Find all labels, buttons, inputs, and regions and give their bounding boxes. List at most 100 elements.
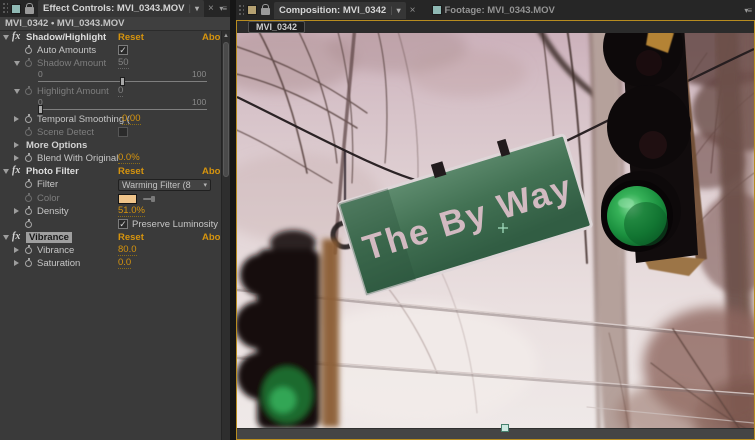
fx-badge-icon[interactable]: fx: [12, 231, 20, 242]
auto-amounts-checkbox[interactable]: ✓: [118, 45, 128, 55]
panel-gripper-icon[interactable]: [239, 5, 244, 16]
fx-badge-icon[interactable]: fx: [12, 31, 20, 42]
traffic-light-foreground: [237, 230, 339, 428]
effect-header-vibrance[interactable]: fx Vibrance Reset Abo: [0, 231, 221, 244]
twirl-down-icon[interactable]: [14, 61, 20, 66]
slider-track[interactable]: [38, 81, 207, 82]
stopwatch-icon[interactable]: [25, 155, 32, 162]
param-value[interactable]: 0.0: [118, 258, 131, 269]
param-label: Scene Detect: [37, 127, 94, 138]
video-frame: The By Way: [237, 33, 754, 428]
twirl-right-icon[interactable]: [14, 116, 19, 122]
twirl-down-icon[interactable]: [3, 35, 9, 40]
effect-controls-scrollbar[interactable]: ▲: [221, 31, 230, 440]
stopwatch-icon[interactable]: [25, 181, 32, 188]
reset-button[interactable]: Reset: [118, 32, 144, 43]
param-row-scene-detect[interactable]: Scene Detect: [0, 126, 221, 139]
twirl-right-icon[interactable]: [14, 247, 19, 253]
footage-chip-icon: [432, 5, 442, 15]
param-row-saturation[interactable]: Saturation 0.0: [0, 257, 221, 270]
param-row-temporal-smoothing[interactable]: Temporal Smoothing ( 0.00: [0, 113, 221, 126]
param-row-filter[interactable]: Filter Warming Filter (8 ▾: [0, 178, 221, 192]
scene-detect-checkbox[interactable]: [118, 127, 128, 137]
scroll-up-icon[interactable]: ▲: [222, 31, 230, 41]
stopwatch-icon[interactable]: [25, 195, 32, 202]
stopwatch-icon[interactable]: [25, 116, 32, 123]
about-link[interactable]: Abo: [202, 32, 221, 43]
group-row-more-options[interactable]: More Options: [0, 139, 221, 152]
tab-separator: |: [188, 3, 190, 14]
eyedropper-icon[interactable]: [143, 196, 155, 202]
stopwatch-icon[interactable]: [25, 47, 32, 54]
param-label: Preserve Luminosity: [132, 219, 218, 230]
param-value[interactable]: 50: [118, 58, 129, 69]
filter-dropdown[interactable]: Warming Filter (8 ▾: [118, 179, 211, 191]
close-panel-icon[interactable]: ×: [410, 5, 416, 16]
tab-caret-icon[interactable]: ▾: [397, 6, 401, 15]
panel-menu-icon[interactable]: ▾≡: [744, 6, 751, 15]
close-panel-icon[interactable]: ×: [208, 3, 214, 14]
stopwatch-icon[interactable]: [25, 221, 32, 228]
param-row-density[interactable]: Density 51.0%: [0, 205, 221, 218]
param-value[interactable]: 80.0: [118, 245, 137, 256]
lock-icon[interactable]: [25, 7, 34, 14]
param-value[interactable]: 0.0%: [118, 153, 140, 164]
effect-header-shadow-highlight[interactable]: fx Shadow/Highlight Reset Abo: [0, 31, 221, 44]
layer-bottom-handle[interactable]: [501, 424, 509, 432]
effect-name[interactable]: Vibrance: [26, 232, 72, 243]
about-link[interactable]: Abo: [202, 166, 221, 177]
stopwatch-icon[interactable]: [25, 88, 32, 95]
param-value[interactable]: 0: [118, 86, 123, 97]
slider-track[interactable]: [38, 109, 207, 110]
panel-gripper-icon[interactable]: [3, 3, 8, 14]
stopwatch-icon[interactable]: [25, 129, 32, 136]
twirl-right-icon[interactable]: [14, 208, 19, 214]
panel-menu-icon[interactable]: ▾≡: [219, 4, 226, 13]
fx-badge-icon[interactable]: fx: [12, 165, 20, 176]
param-row-auto-amounts[interactable]: Auto Amounts ✓: [0, 44, 221, 57]
composition-panel: Composition: MVI_0342 | ▾ × Footage: MVI…: [236, 0, 755, 440]
param-row-blend-with-original[interactable]: Blend With Original 0.0%: [0, 152, 221, 165]
param-row-shadow-amount[interactable]: Shadow Amount 50: [0, 57, 221, 70]
twirl-down-icon[interactable]: [14, 89, 20, 94]
twirl-right-icon[interactable]: [14, 142, 19, 148]
preserve-luminosity-checkbox[interactable]: ✓: [118, 219, 128, 229]
color-swatch[interactable]: [118, 194, 137, 204]
stopwatch-icon[interactable]: [25, 60, 32, 67]
about-link[interactable]: Abo: [202, 232, 221, 243]
param-row-vibrance[interactable]: Vibrance 80.0: [0, 244, 221, 257]
tab-effect-controls[interactable]: Effect Controls: MVI_0343.MOV | ▾: [38, 0, 204, 17]
scrollbar-thumb[interactable]: [223, 42, 229, 177]
stopwatch-icon[interactable]: [25, 247, 32, 254]
shadow-amount-slider[interactable]: [0, 78, 221, 85]
param-row-highlight-amount[interactable]: Highlight Amount 0: [0, 85, 221, 98]
selected-effect-name[interactable]: Vibrance: [26, 232, 72, 243]
twirl-down-icon[interactable]: [3, 235, 9, 240]
composition-viewport[interactable]: The By Way: [237, 33, 754, 428]
param-value[interactable]: 0.00: [122, 114, 141, 125]
param-value[interactable]: 51.0%: [118, 206, 145, 217]
filter-dropdown-value: Warming Filter (8: [122, 180, 203, 190]
viewer-bottom-bar: [237, 428, 754, 439]
effect-header-photo-filter[interactable]: fx Photo Filter Reset Abo: [0, 165, 221, 178]
effect-name[interactable]: Photo Filter: [26, 166, 79, 177]
effect-name[interactable]: Shadow/Highlight: [26, 32, 106, 43]
stopwatch-icon[interactable]: [25, 260, 32, 267]
highlight-amount-slider[interactable]: [0, 106, 221, 113]
lock-icon[interactable]: [261, 8, 270, 15]
stopwatch-icon[interactable]: [25, 208, 32, 215]
twirl-right-icon[interactable]: [14, 260, 19, 266]
tab-footage[interactable]: Footage: MVI_0343.MOV: [432, 5, 555, 16]
tab-composition[interactable]: Composition: MVI_0342 | ▾: [274, 2, 406, 19]
reset-button[interactable]: Reset: [118, 166, 144, 177]
twirl-right-icon[interactable]: [14, 155, 19, 161]
param-row-preserve-luminosity[interactable]: ✓ Preserve Luminosity: [0, 218, 221, 231]
reset-button[interactable]: Reset: [118, 232, 144, 243]
composition-breadcrumb-button[interactable]: MVI_0342: [248, 21, 305, 33]
tab-caret-icon[interactable]: ▾: [195, 4, 199, 13]
composition-tabbar: Composition: MVI_0342 | ▾ × Footage: MVI…: [236, 0, 755, 20]
param-row-color[interactable]: Color: [0, 192, 221, 205]
param-label: Vibrance: [37, 245, 74, 256]
twirl-down-icon[interactable]: [3, 169, 9, 174]
effect-source-breadcrumb: MVI_0342 • MVI_0343.MOV: [0, 17, 230, 31]
